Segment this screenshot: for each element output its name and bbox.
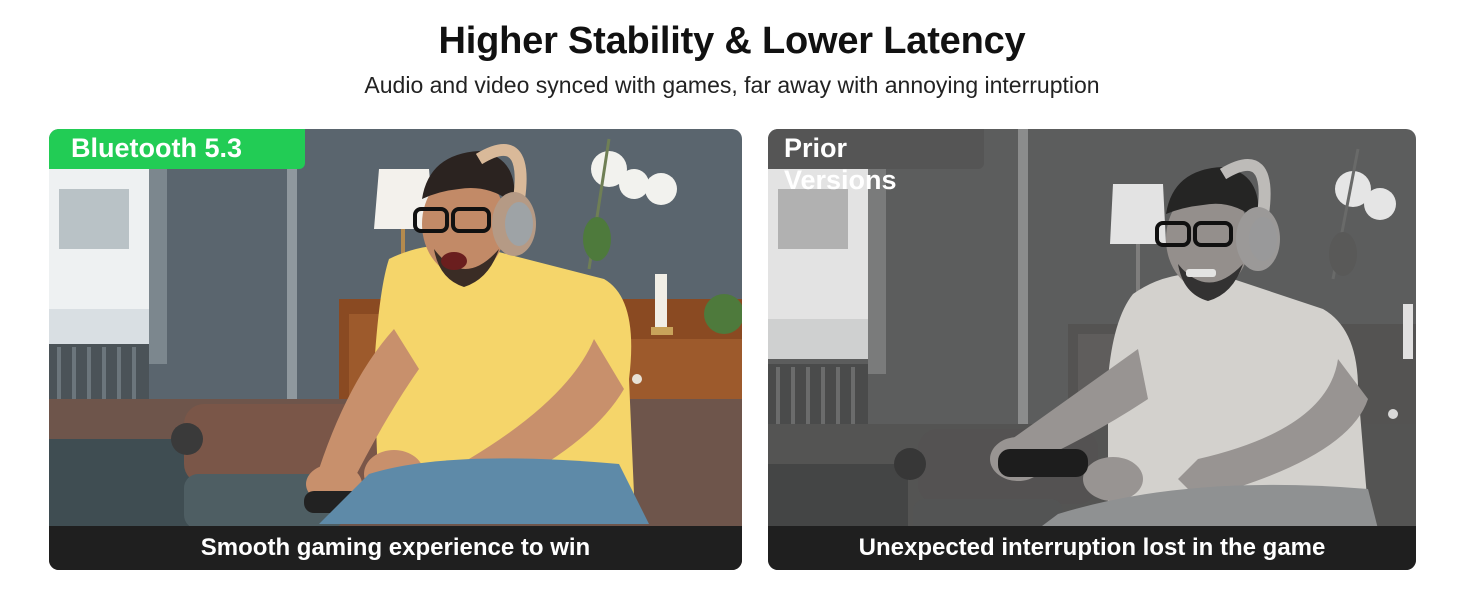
- page-subtitle: Audio and video synced with games, far a…: [364, 72, 1100, 98]
- right-caption: Unexpected interruption lost in the game: [768, 526, 1416, 570]
- prior-versions-panel: Prior Versions Unexpected interruption l…: [768, 129, 1416, 570]
- left-caption: Smooth gaming experience to win: [49, 526, 742, 570]
- page-title: Higher Stability & Lower Latency: [438, 20, 1026, 62]
- prior-versions-badge: Prior Versions: [768, 129, 984, 195]
- bluetooth-53-panel: Bluetooth 5.3 Smooth gaming experience t…: [49, 129, 742, 570]
- gamer-happy-photo: [49, 129, 742, 570]
- bluetooth-badge: Bluetooth 5.3: [49, 129, 305, 169]
